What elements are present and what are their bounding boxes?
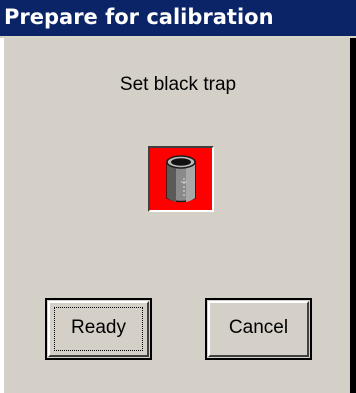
- calibration-dialog: Prepare for calibration Set black trap R…: [0, 0, 356, 393]
- black-trap-icon: [166, 155, 196, 203]
- ready-button[interactable]: Ready: [45, 298, 152, 360]
- cancel-button[interactable]: Cancel: [205, 298, 312, 360]
- black-trap-icon-frame: [148, 146, 214, 212]
- ready-button-label: Ready: [71, 317, 126, 338]
- title-bar[interactable]: Prepare for calibration: [0, 0, 356, 38]
- window-title: Prepare for calibration: [4, 5, 274, 29]
- cancel-button-label: Cancel: [228, 317, 289, 338]
- instruction-text: Set black trap: [119, 74, 237, 95]
